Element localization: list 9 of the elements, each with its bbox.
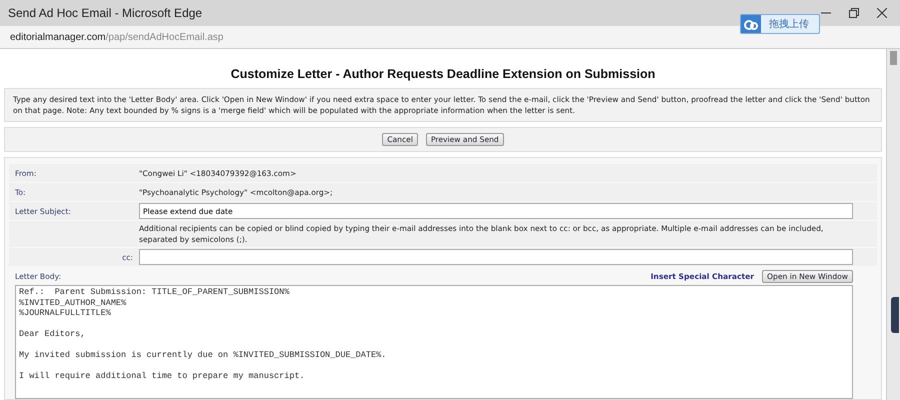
page-heading: Customize Letter - Author Requests Deadline Extension on Submission — [230, 67, 656, 81]
restore-icon — [849, 8, 859, 18]
scrollbar-thumb[interactable] — [890, 51, 897, 65]
cc-field[interactable] — [139, 249, 853, 265]
window-title: Send Ad Hoc Email - Microsoft Edge — [8, 6, 204, 20]
upload-widget[interactable]: 拖拽上传 — [740, 14, 820, 34]
close-icon — [877, 8, 887, 18]
address-url[interactable]: editorialmanager.com/pap/sendAdHocEmail.asp — [10, 32, 224, 42]
letter-body-field[interactable]: Ref.: Parent Submission: TITLE_OF_PARENT_SUBMISSION% %INVITED_AUTHOR_NAME% %JOURNALFULLTITLE% Dear Editors, My invited submission is currently due on %INVITED_SUBMISSION_DUE_DATE%. I will require additional time to prepare my manuscript. — [15, 285, 853, 399]
